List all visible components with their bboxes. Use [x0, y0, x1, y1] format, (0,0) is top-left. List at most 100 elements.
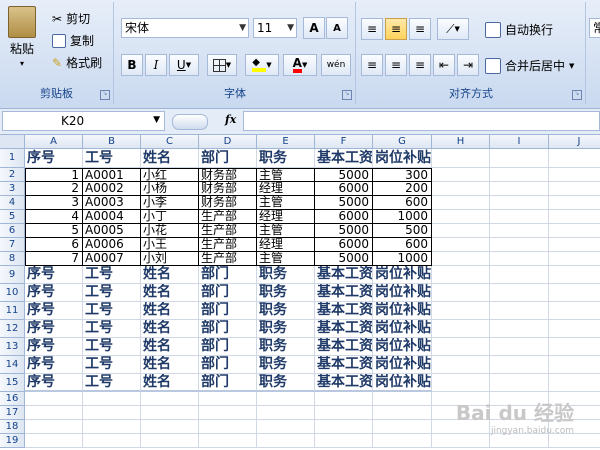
data-cell[interactable]: 主管: [257, 224, 315, 238]
data-cell[interactable]: 经理: [257, 182, 315, 196]
format-painter-button[interactable]: ✎ 格式刷: [52, 54, 102, 71]
table-cell[interactable]: [490, 182, 549, 196]
align-top-button[interactable]: ≡: [361, 18, 383, 40]
table-cell[interactable]: [490, 374, 549, 392]
table-cell[interactable]: [432, 196, 490, 210]
table-cell[interactable]: [83, 420, 141, 434]
table-cell[interactable]: [432, 238, 490, 252]
header-cell[interactable]: 工号: [83, 374, 141, 392]
header-cell[interactable]: 序号: [25, 266, 83, 284]
table-cell[interactable]: [490, 168, 549, 182]
header-cell[interactable]: 姓名: [141, 284, 199, 302]
table-cell[interactable]: [490, 284, 549, 302]
table-cell[interactable]: [257, 392, 315, 406]
wrap-text-button[interactable]: 自动换行: [485, 21, 553, 38]
table-cell[interactable]: [490, 266, 549, 284]
table-cell[interactable]: [549, 266, 600, 284]
table-cell[interactable]: [549, 210, 600, 224]
table-cell[interactable]: [25, 406, 83, 420]
header-cell[interactable]: 工号: [83, 149, 141, 168]
row-header-10[interactable]: 10: [0, 284, 25, 302]
header-cell[interactable]: 部门: [199, 320, 257, 338]
data-cell[interactable]: A0007: [83, 252, 141, 266]
header-cell[interactable]: 姓名: [141, 302, 199, 320]
cut-button[interactable]: ✂ 剪切: [52, 10, 90, 27]
table-cell[interactable]: [490, 320, 549, 338]
table-cell[interactable]: [199, 392, 257, 406]
header-cell[interactable]: 序号: [25, 302, 83, 320]
select-all-corner[interactable]: [0, 135, 25, 149]
table-cell[interactable]: [373, 434, 432, 448]
table-cell[interactable]: [490, 338, 549, 356]
underline-button[interactable]: U ▼: [169, 54, 199, 76]
header-cell[interactable]: 部门: [199, 149, 257, 168]
data-cell[interactable]: 小红: [141, 168, 199, 182]
column-header-E[interactable]: E: [257, 135, 315, 149]
header-cell[interactable]: 姓名: [141, 266, 199, 284]
header-cell[interactable]: 职务: [257, 356, 315, 374]
row-header-11[interactable]: 11: [0, 302, 25, 320]
header-cell[interactable]: 岗位补贴: [373, 302, 432, 320]
header-cell[interactable]: 岗位补贴: [373, 320, 432, 338]
row-header-9[interactable]: 9: [0, 266, 25, 284]
align-left-button[interactable]: ≡: [361, 54, 383, 76]
table-cell[interactable]: [432, 182, 490, 196]
orientation-button[interactable]: ⟋ ▼: [437, 18, 469, 40]
formula-input[interactable]: [243, 111, 600, 131]
header-cell[interactable]: 工号: [83, 320, 141, 338]
header-cell[interactable]: 职务: [257, 149, 315, 168]
header-cell[interactable]: 职务: [257, 338, 315, 356]
table-cell[interactable]: [199, 434, 257, 448]
data-cell[interactable]: 财务部: [199, 168, 257, 182]
header-cell[interactable]: 基本工资: [315, 302, 373, 320]
header-cell[interactable]: 姓名: [141, 374, 199, 392]
align-center-button[interactable]: ≡: [385, 54, 407, 76]
row-header-6[interactable]: 6: [0, 224, 25, 238]
data-cell[interactable]: 小杨: [141, 182, 199, 196]
table-cell[interactable]: [490, 224, 549, 238]
data-cell[interactable]: 小丁: [141, 210, 199, 224]
header-cell[interactable]: 岗位补贴: [373, 284, 432, 302]
header-cell[interactable]: 序号: [25, 338, 83, 356]
table-cell[interactable]: [549, 182, 600, 196]
header-cell[interactable]: 工号: [83, 356, 141, 374]
align-right-button[interactable]: ≡: [409, 54, 431, 76]
data-cell[interactable]: 财务部: [199, 196, 257, 210]
header-cell[interactable]: 工号: [83, 338, 141, 356]
header-cell[interactable]: 部门: [199, 374, 257, 392]
header-cell[interactable]: 部门: [199, 338, 257, 356]
table-cell[interactable]: [315, 406, 373, 420]
data-cell[interactable]: 500: [373, 224, 432, 238]
table-cell[interactable]: [141, 392, 199, 406]
header-cell[interactable]: 姓名: [141, 338, 199, 356]
table-cell[interactable]: [549, 320, 600, 338]
row-header-13[interactable]: 13: [0, 338, 25, 356]
table-cell[interactable]: [432, 224, 490, 238]
table-cell[interactable]: [25, 434, 83, 448]
table-cell[interactable]: [373, 406, 432, 420]
increase-indent-button[interactable]: ⇥: [457, 54, 479, 76]
data-cell[interactable]: 7: [25, 252, 83, 266]
table-cell[interactable]: [83, 392, 141, 406]
header-cell[interactable]: 基本工资: [315, 374, 373, 392]
header-cell[interactable]: 工号: [83, 284, 141, 302]
column-header-D[interactable]: D: [199, 135, 257, 149]
row-header-7[interactable]: 7: [0, 238, 25, 252]
table-cell[interactable]: [490, 356, 549, 374]
table-cell[interactable]: [25, 392, 83, 406]
header-cell[interactable]: 岗位补贴: [373, 149, 432, 168]
data-cell[interactable]: 6000: [315, 210, 373, 224]
data-cell[interactable]: 6000: [315, 182, 373, 196]
column-header-F[interactable]: F: [315, 135, 373, 149]
row-header-1[interactable]: 1: [0, 149, 25, 168]
column-header-B[interactable]: B: [83, 135, 141, 149]
header-cell[interactable]: 岗位补贴: [373, 338, 432, 356]
table-cell[interactable]: [549, 252, 600, 266]
data-cell[interactable]: 5000: [315, 168, 373, 182]
data-cell[interactable]: 3: [25, 196, 83, 210]
table-cell[interactable]: [549, 434, 600, 448]
table-cell[interactable]: [490, 238, 549, 252]
data-cell[interactable]: 财务部: [199, 182, 257, 196]
table-cell[interactable]: [432, 252, 490, 266]
header-cell[interactable]: 岗位补贴: [373, 356, 432, 374]
